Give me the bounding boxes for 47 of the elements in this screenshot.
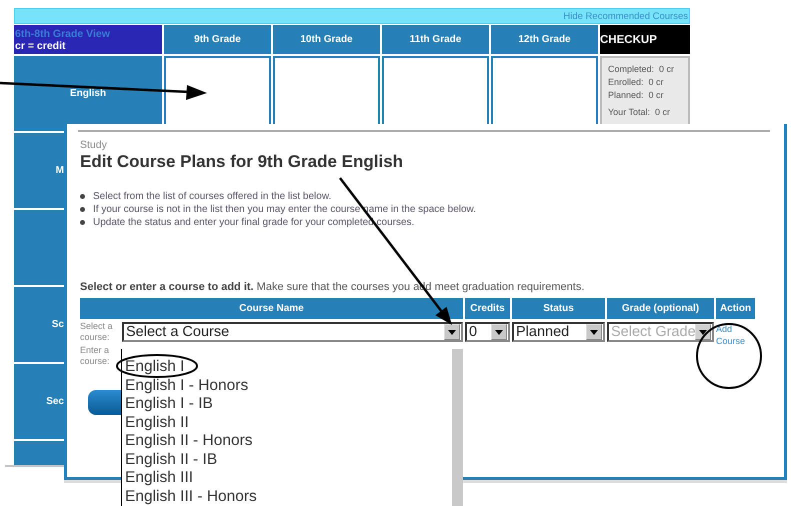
course-select[interactable]: Select a Course <box>122 322 463 342</box>
grade-header: 11th Grade <box>382 25 489 54</box>
course-option[interactable]: English II <box>125 414 452 432</box>
subject-label: Sc <box>52 319 64 330</box>
subject-label: Sec <box>46 396 64 407</box>
select-label: Select a course: <box>80 321 114 343</box>
breadcrumb: Study <box>80 139 108 151</box>
credit-summary: Planned: 0 cr <box>608 90 665 100</box>
course-option[interactable]: English II - Honors <box>125 432 452 450</box>
subject-label: M <box>56 165 64 176</box>
status-select[interactable]: Planned <box>512 322 605 342</box>
grade-header: 10th Grade <box>273 25 380 54</box>
course-option[interactable]: English I - IB <box>125 395 452 414</box>
column-header: Action <box>716 298 755 319</box>
credit-note: cr = credit <box>15 40 66 52</box>
credit-summary: Completed: 0 cr <box>608 64 676 74</box>
bullet-icon <box>80 206 85 212</box>
bullet-icon <box>80 220 85 224</box>
column-header: Course Name <box>80 298 463 319</box>
credits-select[interactable]: 0 <box>465 322 510 342</box>
column-header: Grade (optional) <box>607 298 714 319</box>
view-title: 6th-8th Grade View <box>15 28 111 40</box>
subject-label: English <box>70 88 106 99</box>
grade-header: 12th Grade <box>491 25 598 54</box>
course-option[interactable]: English II - IB <box>125 450 452 469</box>
dialog-title: Edit Course Plans for 9th Grade English <box>80 152 404 172</box>
course-option[interactable]: English III <box>125 469 452 488</box>
add-course-link[interactable]: Add Course <box>716 323 755 343</box>
credit-summary: Your Total: 0 cr <box>608 107 672 117</box>
dropdown-arrow-icon <box>699 330 707 334</box>
credit-summary: Enrolled: 0 cr <box>608 77 665 87</box>
column-header: Status <box>512 298 605 319</box>
scrollbar[interactable] <box>452 349 463 506</box>
dropdown-arrow-icon <box>448 330 456 334</box>
checkup-header: CHECKUP <box>600 25 690 54</box>
annotation-circle <box>696 323 762 389</box>
instruction-text: Select from the list of courses offered in the list below. <box>93 190 332 202</box>
grade-header: 9th Grade <box>164 25 271 54</box>
course-option[interactable]: English I <box>125 358 452 376</box>
dropdown-arrow-icon <box>495 330 503 334</box>
course-option[interactable]: English III - Honors <box>125 488 452 506</box>
dropdown-arrow-icon <box>590 330 598 334</box>
enter-label: Enter a course: <box>80 345 111 368</box>
course-option[interactable]: English I - Honors <box>125 376 452 395</box>
column-header: Credits <box>465 298 510 319</box>
instruction-text: Update the status and enter your final grade for your completed courses. <box>93 216 414 228</box>
bullet-icon <box>80 194 85 198</box>
